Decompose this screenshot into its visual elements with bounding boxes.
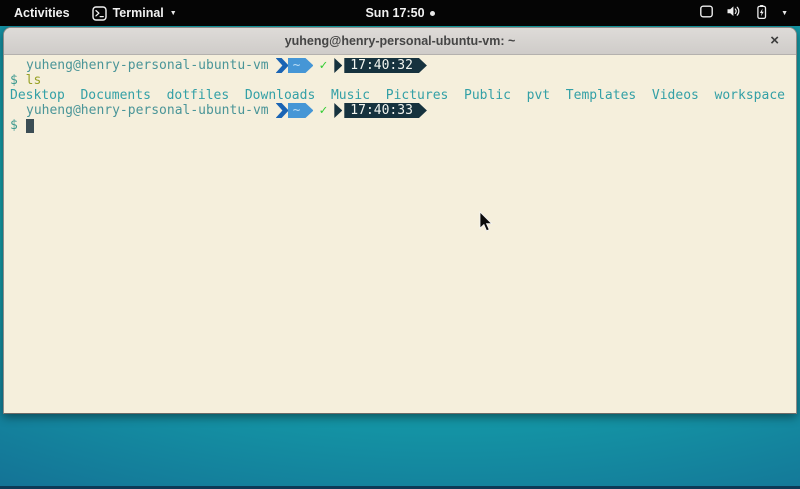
terminal-app-icon bbox=[92, 6, 107, 21]
prompt-line-2: yuheng@henry-personal-ubuntu-vm ~ ✓ 17:4… bbox=[10, 103, 796, 118]
directory-name: pvt bbox=[527, 88, 550, 103]
text-cursor bbox=[26, 119, 34, 133]
prompt-time: 17:40:32 bbox=[350, 58, 413, 73]
clock-label: Sun 17:50 bbox=[365, 6, 424, 20]
terminal-window: yuheng@henry-personal-ubuntu-vm: ~ × yuh… bbox=[3, 27, 797, 414]
spacer bbox=[18, 73, 26, 88]
directory-name: Documents bbox=[80, 88, 150, 103]
spacer bbox=[18, 118, 26, 133]
directory-name: Public bbox=[464, 88, 511, 103]
powerline-chevron-icon bbox=[334, 103, 342, 118]
chevron-down-icon: ▼ bbox=[781, 10, 788, 17]
prompt-time: 17:40:33 bbox=[350, 103, 413, 118]
directory-name: Downloads bbox=[245, 88, 315, 103]
directory-name: Videos bbox=[652, 88, 699, 103]
prompt-path-segment: ~ bbox=[288, 58, 314, 73]
command-text: ls bbox=[26, 73, 42, 88]
close-icon[interactable]: × bbox=[770, 33, 779, 48]
display-icon bbox=[699, 4, 714, 22]
directory-name: Templates bbox=[566, 88, 636, 103]
ls-output-line: Desktop Documents dotfiles Downloads Mus… bbox=[10, 88, 796, 103]
prompt-line-1: yuheng@henry-personal-ubuntu-vm ~ ✓ 17:4… bbox=[10, 58, 796, 73]
activities-button[interactable]: Activities bbox=[0, 0, 84, 26]
prompt-time-segment: 17:40:32 bbox=[344, 58, 427, 73]
notification-dot-icon bbox=[430, 11, 435, 16]
top-bar-left: Activities Terminal ▼ bbox=[0, 0, 185, 26]
system-status-area[interactable]: ▼ bbox=[687, 0, 800, 26]
battery-charging-icon bbox=[754, 4, 769, 23]
status-check-icon: ✓ bbox=[319, 58, 327, 73]
terminal-content[interactable]: yuheng@henry-personal-ubuntu-vm ~ ✓ 17:4… bbox=[4, 55, 796, 414]
prompt-path-segment: ~ bbox=[288, 103, 314, 118]
input-line[interactable]: $ bbox=[10, 118, 796, 133]
app-menu-terminal[interactable]: Terminal ▼ bbox=[84, 0, 185, 26]
directory-name: Desktop bbox=[10, 88, 65, 103]
prompt-path: ~ bbox=[293, 103, 301, 118]
window-title: yuheng@henry-personal-ubuntu-vm: ~ bbox=[285, 34, 516, 48]
command-line: $ ls bbox=[10, 73, 796, 88]
prompt-user: yuheng@henry-personal-ubuntu-vm bbox=[10, 58, 269, 73]
volume-icon bbox=[726, 4, 742, 22]
prompt-dollar: $ bbox=[10, 118, 18, 133]
powerline-chevron-icon bbox=[334, 58, 342, 73]
chevron-down-icon: ▼ bbox=[170, 10, 177, 17]
desktop-wallpaper: Activities Terminal ▼ Sun 17:50 bbox=[0, 0, 800, 489]
mouse-pointer-icon bbox=[479, 211, 493, 232]
status-check-icon: ✓ bbox=[319, 103, 327, 118]
prompt-time-segment: 17:40:33 bbox=[344, 103, 427, 118]
prompt-path: ~ bbox=[293, 58, 301, 73]
powerline-chevron-icon bbox=[276, 58, 289, 73]
app-menu-label: Terminal bbox=[113, 6, 164, 20]
directory-name: dotfiles bbox=[167, 88, 230, 103]
window-titlebar[interactable]: yuheng@henry-personal-ubuntu-vm: ~ × bbox=[4, 28, 796, 55]
powerline-chevron-icon bbox=[276, 103, 289, 118]
directory-name: Pictures bbox=[386, 88, 449, 103]
top-bar: Activities Terminal ▼ Sun 17:50 bbox=[0, 0, 800, 26]
directory-name: Music bbox=[331, 88, 370, 103]
directory-name: workspace bbox=[715, 88, 785, 103]
prompt-dollar: $ bbox=[10, 73, 18, 88]
prompt-user: yuheng@henry-personal-ubuntu-vm bbox=[10, 103, 269, 118]
